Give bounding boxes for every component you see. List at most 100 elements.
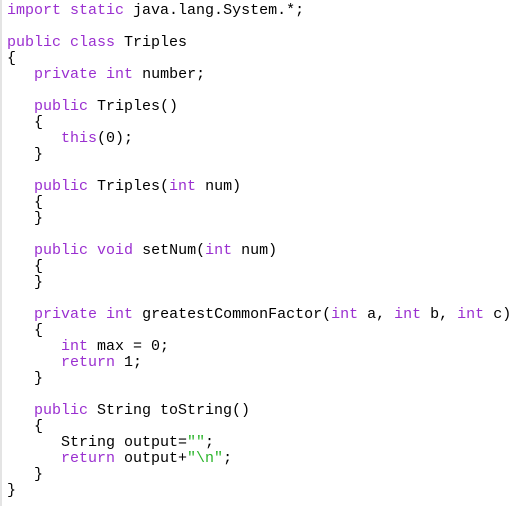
- code-line: {: [7, 419, 511, 435]
- code-text-token: a,: [358, 306, 395, 323]
- code-block[interactable]: import static java.lang.System.*; public…: [7, 3, 511, 499]
- code-text-token: String toString(): [88, 402, 251, 419]
- code-text-token: ;: [223, 450, 233, 467]
- code-line: {: [7, 51, 511, 67]
- keyword-token: int: [394, 306, 422, 323]
- code-text-token: }: [7, 210, 44, 227]
- code-line: {: [7, 259, 511, 275]
- code-text-token: num): [232, 242, 278, 259]
- code-line: public void setNum(int num): [7, 243, 511, 259]
- keyword-token: void: [97, 242, 134, 259]
- code-text-token: Triples(: [88, 178, 170, 195]
- code-text-token: c): [484, 306, 512, 323]
- keyword-token: public: [34, 402, 89, 419]
- code-line: }: [7, 483, 511, 499]
- code-line: public class Triples: [7, 35, 511, 51]
- code-line: int max = 0;: [7, 339, 511, 355]
- keyword-token: int: [331, 306, 359, 323]
- keyword-token: public: [34, 178, 89, 195]
- code-text-token: }: [7, 466, 44, 483]
- keyword-token: return: [61, 450, 116, 467]
- keyword-token: public: [34, 242, 89, 259]
- code-line: {: [7, 115, 511, 131]
- keyword-token: private: [34, 66, 98, 83]
- code-text-token: {: [7, 50, 17, 67]
- code-text-token: {: [7, 258, 44, 275]
- keyword-token: int: [106, 66, 134, 83]
- code-line: import static java.lang.System.*;: [7, 3, 511, 19]
- code-line: private int greatestCommonFactor(int a, …: [7, 307, 511, 323]
- code-text-token: }: [7, 482, 17, 499]
- code-text-token: ;: [205, 434, 215, 451]
- string-literal-token: "\n": [187, 450, 224, 467]
- keyword-token: int: [61, 338, 89, 355]
- code-line: private int number;: [7, 67, 511, 83]
- code-text-token: String output=: [7, 434, 188, 451]
- code-line: return 1;: [7, 355, 511, 371]
- code-line: }: [7, 211, 511, 227]
- keyword-token: return: [61, 354, 116, 371]
- code-text-token: java.lang.System.*;: [124, 2, 305, 19]
- keyword-token: class: [70, 34, 116, 51]
- code-editor-panel[interactable]: import static java.lang.System.*; public…: [0, 0, 515, 506]
- keyword-token: public: [7, 34, 62, 51]
- string-literal-token: "": [187, 434, 206, 451]
- code-line: public Triples(int num): [7, 179, 511, 195]
- code-text-token: b,: [421, 306, 458, 323]
- keyword-token: private: [34, 306, 98, 323]
- code-text-token: }: [7, 274, 44, 291]
- code-line: String output="";: [7, 435, 511, 451]
- code-line: }: [7, 147, 511, 163]
- code-text-token: Triples(): [88, 98, 179, 115]
- code-line: return output+"\n";: [7, 451, 511, 467]
- keyword-token: static: [70, 2, 125, 19]
- code-text-token: }: [7, 146, 44, 163]
- code-text-token: number;: [133, 66, 206, 83]
- code-text-token: {: [7, 322, 44, 339]
- code-text-token: {: [7, 418, 44, 435]
- code-line: }: [7, 371, 511, 387]
- code-line: }: [7, 467, 511, 483]
- keyword-token: int: [169, 178, 197, 195]
- code-text-token: {: [7, 194, 44, 211]
- code-line: public String toString(): [7, 403, 511, 419]
- code-line: public Triples(): [7, 99, 511, 115]
- code-text-token: 1;: [115, 354, 143, 371]
- keyword-token: import: [7, 2, 62, 19]
- code-text-token: Triples: [115, 34, 188, 51]
- keyword-token: int: [106, 306, 134, 323]
- code-line: this(0);: [7, 131, 511, 147]
- code-text-token: (0);: [97, 130, 134, 147]
- code-text-token: output+: [115, 450, 188, 467]
- code-line: }: [7, 275, 511, 291]
- keyword-token: int: [457, 306, 485, 323]
- code-text-token: setNum(: [133, 242, 206, 259]
- code-text-token: greatestCommonFactor(: [133, 306, 332, 323]
- code-line: {: [7, 323, 511, 339]
- code-text-token: }: [7, 370, 44, 387]
- code-line: {: [7, 195, 511, 211]
- code-text-token: {: [7, 114, 44, 131]
- code-text-token: num): [196, 178, 242, 195]
- keyword-token: int: [205, 242, 233, 259]
